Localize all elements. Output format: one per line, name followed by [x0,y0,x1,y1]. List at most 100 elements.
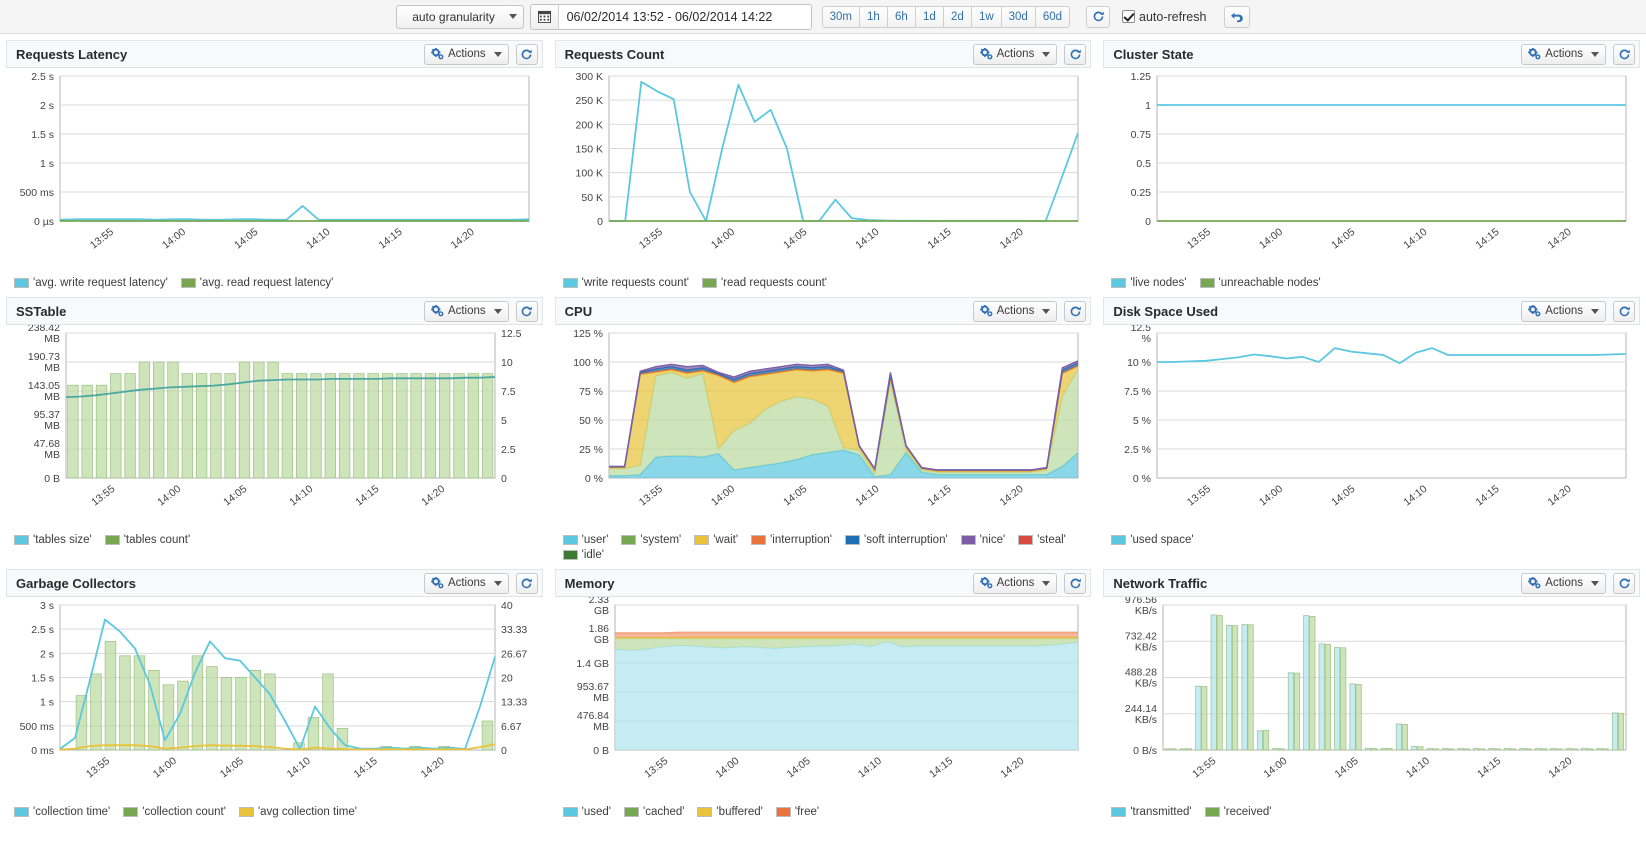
actions-button[interactable]: Actions [1521,572,1606,594]
legend-item[interactable]: 'received' [1204,806,1271,818]
actions-button[interactable]: Actions [423,43,509,65]
actions-button[interactable]: Actions [1521,43,1606,65]
gears-icon [979,305,993,317]
legend-item[interactable]: 'system' [621,534,681,546]
svg-text:14:15: 14:15 [1474,483,1502,509]
legend-label: 'tables count' [123,534,191,546]
legend-item[interactable]: 'interruption' [751,534,832,546]
legend-item[interactable]: 'cached' [624,806,684,818]
legend-item[interactable]: 'buffered' [697,806,763,818]
legend-item[interactable]: 'idle' [562,549,604,561]
panel-title: Memory [564,575,615,591]
panel-refresh-button[interactable] [1613,43,1635,65]
actions-button[interactable]: Actions [972,43,1058,65]
range-button-1d[interactable]: 1d [914,5,943,28]
range-button-30d[interactable]: 30d [1000,5,1035,28]
chevron-down-icon [508,14,517,19]
range-button-30m[interactable]: 30m [821,5,859,28]
caret-down-icon [1591,308,1599,314]
legend-item[interactable]: 'avg. write request latency' [14,277,168,289]
legend-cluster-state: 'live nodes' 'unreachable nodes' [1103,273,1640,297]
actions-label: Actions [996,305,1035,317]
panel-refresh-button[interactable] [515,43,538,65]
legend-item[interactable]: 'user' [562,534,608,546]
svg-text:14:20: 14:20 [449,226,477,252]
legend-color-swatch [1018,535,1034,545]
range-button-1w[interactable]: 1w [970,5,1001,28]
actions-button[interactable]: Actions [1521,300,1606,322]
refresh-button[interactable] [1086,5,1111,28]
legend-label: 'avg. read request latency' [199,277,334,289]
legend-item[interactable]: 'wait' [694,534,738,546]
legend-item[interactable]: 'soft interruption' [845,534,948,546]
legend-label: 'wait' [713,534,739,546]
legend-item[interactable]: 'avg. read request latency' [180,277,334,289]
panel-refresh-button[interactable] [1613,300,1635,322]
auto-refresh-control[interactable]: auto-refresh [1122,10,1206,24]
legend-color-swatch [14,278,29,288]
auto-refresh-checkbox[interactable] [1122,10,1136,23]
legend-item[interactable]: 'tables count' [104,534,191,546]
legend-item[interactable]: 'tables size' [14,534,92,546]
actions-button[interactable]: Actions [972,300,1058,322]
range-button-1h[interactable]: 1h [858,5,887,28]
panel-refresh-button[interactable] [515,300,538,322]
legend-color-swatch [694,535,710,545]
legend-color-swatch [751,535,767,545]
granularity-select[interactable]: auto granularity [395,4,524,29]
panel-refresh-button[interactable] [1064,572,1087,594]
legend-item[interactable]: 'collection count' [123,806,226,818]
legend-item[interactable]: 'used' [562,806,611,818]
chart-cpu[interactable]: 0 % 25 % 50 % 75 % 100 % 125 % 13:55 14:00 14:05… [555,325,1092,530]
chart-sstable[interactable]: 0 B 47.68 MB 95.37 MB 143.05 MB 190.73 MB 238.42 M… [6,325,543,530]
legend-label: 'read requests count' [720,277,828,289]
chart-cluster-state[interactable]: 0 0.25 0.5 0.75 1 1.25 13:55 14:00 14:05 14:10 14:… [1103,68,1640,273]
range-button-6h[interactable]: 6h [886,5,915,28]
actions-button[interactable]: Actions [972,572,1058,594]
calendar-glyph [537,10,551,23]
legend-item[interactable]: 'live nodes' [1111,277,1187,289]
panel-refresh-button[interactable] [515,572,538,594]
legend-item[interactable]: 'free' [775,806,820,818]
range-button-60d[interactable]: 60d [1034,5,1071,28]
legend-item[interactable]: 'nice' [960,534,1005,546]
svg-text:GB: GB [593,634,608,646]
legend-color-swatch [14,807,29,817]
refresh-icon [1070,577,1081,588]
chart-disk-space-used[interactable]: 0 % 2.5 % 5 % 7.5 % 10 % 12.5% 13:55 14:00 14:05… [1103,325,1640,530]
legend-item[interactable]: 'read requests count' [701,277,828,289]
svg-text:13:55: 13:55 [1185,226,1213,252]
legend-color-swatch [1199,278,1215,288]
chart-memory[interactable]: 0 B 476.84 MB 953.67 MB 1.4 GB 1.86 GB 2.33 GB 13:… [555,597,1092,802]
chart-garbage-collectors[interactable]: 0 ms 500 ms 1 s 1.5 s 2 s 2.5 s 3 s 0 6.67 13.33 2… [6,597,543,802]
panel-refresh-button[interactable] [1064,300,1087,322]
panel-refresh-button[interactable] [1613,572,1635,594]
chart-svg: 0 % 25 % 50 % 75 % 100 % 125 % 13:55 14:00 14:05… [573,328,1079,509]
range-button-2d[interactable]: 2d [942,5,971,28]
svg-text:14:20: 14:20 [1547,755,1575,781]
legend-item[interactable]: 'write requests count' [562,277,689,289]
panel-requests-count: Requests Count Actions 0 50 K 100 K 150 K 200 … [554,40,1092,297]
actions-button[interactable]: Actions [423,572,509,594]
panel-title: Disk Space Used [1113,303,1219,319]
undo-button[interactable] [1224,5,1251,28]
actions-button[interactable]: Actions [423,300,509,322]
legend-item[interactable]: 'avg collection time' [238,806,357,818]
chart-requests-latency[interactable]: 0 µs 500 ms 1 s 1.5 s 2 s 2.5 s 13:55 14:00 14:0… [6,68,543,273]
date-range-input[interactable]: 06/02/2014 13:52 - 06/02/2014 14:22 [558,4,811,29]
panel-refresh-button[interactable] [1064,43,1087,65]
svg-text:0 ms: 0 ms [31,745,54,757]
legend-label: 'free' [794,806,820,818]
legend-item[interactable]: 'steal' [1018,534,1066,546]
svg-text:33.33: 33.33 [501,624,527,636]
legend-label: 'tables size' [33,534,92,546]
legend-item[interactable]: 'used space' [1111,534,1194,546]
chart-network-traffic[interactable]: 0 B/s 244.14 KB/s 488.28 KB/s 732.42 KB/s 976.5… [1103,597,1640,802]
legend-item[interactable]: 'unreachable nodes' [1199,277,1321,289]
caret-down-icon [493,580,502,586]
chart-requests-count[interactable]: 0 50 K 100 K 150 K 200 K 250 K 300 K 13:55 14:00… [555,68,1092,273]
legend-item[interactable]: 'transmitted' [1111,806,1192,818]
calendar-icon[interactable] [530,4,559,29]
svg-text:14:00: 14:00 [151,755,179,781]
legend-item[interactable]: 'collection time' [14,806,110,818]
